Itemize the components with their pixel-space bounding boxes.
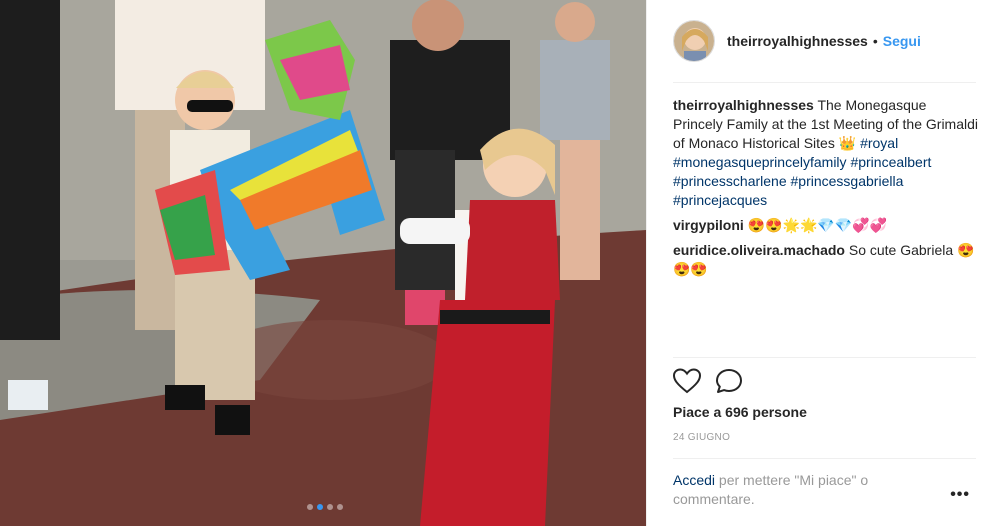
heart-icon[interactable] bbox=[672, 368, 702, 399]
more-options-icon[interactable]: ••• bbox=[950, 486, 970, 504]
post-header: theirroyalhighnesses • Segui bbox=[673, 18, 980, 64]
hashtag-link[interactable]: #princesscharlene bbox=[673, 173, 787, 189]
comment-icon[interactable] bbox=[715, 368, 743, 399]
caption: theirroyalhighnesses The Monegasque Prin… bbox=[673, 96, 979, 210]
photo-image bbox=[0, 0, 646, 526]
hashtag-link[interactable]: #monegasqueprincelyfamily bbox=[673, 154, 847, 170]
comment-author[interactable]: virgypiloni bbox=[673, 217, 744, 233]
post-photo[interactable] bbox=[0, 0, 646, 526]
likes-count[interactable]: Piace a 696 persone bbox=[673, 404, 807, 420]
comment: virgypiloni 😍😍🌟🌟💎💎💞💞 bbox=[673, 216, 979, 235]
comment-text: 😍😍🌟🌟💎💎💞💞 bbox=[743, 217, 888, 233]
caption-author[interactable]: theirroyalhighnesses bbox=[673, 97, 814, 113]
carousel-dot bbox=[327, 504, 333, 510]
avatar-image bbox=[674, 21, 714, 61]
instagram-post: theirroyalhighnesses • Segui theirroyalh… bbox=[0, 0, 1000, 526]
carousel-indicator bbox=[307, 504, 343, 510]
carousel-dot bbox=[337, 504, 343, 510]
divider bbox=[673, 357, 976, 358]
carousel-dot bbox=[307, 504, 313, 510]
comment-author[interactable]: euridice.oliveira.machado bbox=[673, 242, 845, 258]
hashtag-link[interactable]: #royal bbox=[860, 135, 898, 151]
follow-button[interactable]: Segui bbox=[883, 33, 921, 49]
comment-list: theirroyalhighnesses The Monegasque Prin… bbox=[673, 96, 979, 285]
action-bar bbox=[672, 368, 743, 399]
hashtag-link[interactable]: #princejacques bbox=[673, 192, 767, 208]
hashtag-link[interactable]: #princealbert bbox=[850, 154, 931, 170]
post-sidebar: theirroyalhighnesses • Segui theirroyalh… bbox=[646, 0, 1000, 526]
hashtag-link[interactable]: #princessgabriella bbox=[791, 173, 904, 189]
divider bbox=[673, 458, 976, 459]
login-link[interactable]: Accedi bbox=[673, 472, 715, 488]
header-separator: • bbox=[872, 33, 878, 49]
username-link[interactable]: theirroyalhighnesses bbox=[727, 33, 868, 49]
avatar[interactable] bbox=[673, 20, 715, 62]
crown-emoji: 👑 bbox=[838, 135, 857, 151]
login-prompt: Accedi per mettere "Mi piace" o commenta… bbox=[673, 471, 923, 509]
divider bbox=[673, 82, 976, 83]
post-date[interactable]: 24 GIUGNO bbox=[673, 432, 730, 443]
comment: euridice.oliveira.machado So cute Gabrie… bbox=[673, 241, 979, 279]
carousel-dot-active bbox=[317, 504, 323, 510]
